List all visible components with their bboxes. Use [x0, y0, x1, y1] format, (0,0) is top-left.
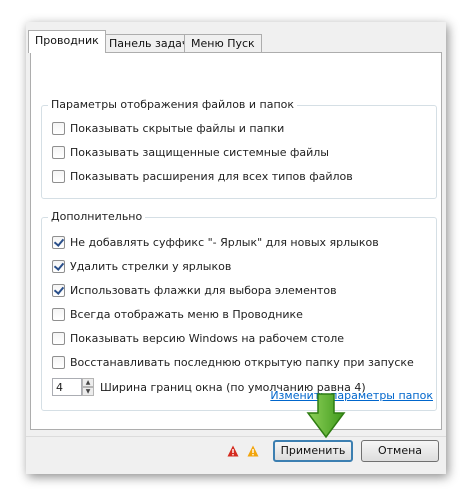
taskbar-tweaker-window: Проводник Панель задач Меню Пуск Парамет… [26, 22, 446, 474]
checkbox-show-protected[interactable] [52, 145, 65, 159]
option-show-protected[interactable]: Показывать защищенные системные файлы [52, 144, 329, 160]
option-remove-arrows[interactable]: Удалить стрелки у ярлыков [52, 258, 231, 274]
option-label: Показывать защищенные системные файлы [70, 145, 329, 159]
checkbox-use-checkboxes[interactable] [52, 283, 65, 297]
change-folder-options-link[interactable]: Изменить параметры папок [270, 389, 433, 402]
warning-orange-icon [247, 445, 259, 457]
checkbox-no-shortcut-suffix[interactable] [52, 235, 65, 249]
option-label: Показывать расширения для всех типов фай… [70, 169, 353, 183]
checkbox-show-hidden[interactable] [52, 121, 65, 135]
option-use-checkboxes[interactable]: Использовать флажки для выбора элементов [52, 282, 337, 298]
option-label: Удалить стрелки у ярлыков [70, 259, 232, 273]
option-restore-last-folder[interactable]: Восстанавливать последнюю открытую папку… [52, 354, 414, 370]
spin-up-icon[interactable]: ▲ [82, 378, 94, 387]
option-show-extensions[interactable]: Показывать расширения для всех типов фай… [52, 168, 353, 184]
group-title-advanced: Дополнительно [48, 210, 146, 223]
divider [26, 436, 446, 437]
option-label: Показывать версию Windows на рабочем сто… [70, 331, 345, 345]
warning-red-icon [227, 445, 239, 457]
border-width-input[interactable]: 4 [52, 378, 82, 396]
border-width-spinner[interactable]: ▲ ▼ [82, 378, 94, 396]
cancel-button[interactable]: Отмена [361, 440, 439, 462]
option-show-hidden[interactable]: Показывать скрытые файлы и папки [52, 120, 284, 136]
option-label: Всегда отображать меню в Проводнике [70, 307, 303, 321]
option-label: Не добавлять суффикс "- Ярлык" для новых… [70, 235, 379, 249]
tab-explorer[interactable]: Проводник [28, 30, 106, 53]
advanced-group: Дополнительно Не добавлять суффикс "- Яр… [41, 210, 437, 411]
spin-down-icon[interactable]: ▼ [82, 387, 94, 396]
apply-button[interactable]: Применить [273, 440, 353, 462]
option-label: Восстанавливать последнюю открытую папку… [70, 355, 414, 369]
checkbox-remove-arrows[interactable] [52, 259, 65, 273]
checkbox-show-extensions[interactable] [52, 169, 65, 183]
tab-start-menu[interactable]: Меню Пуск [184, 34, 262, 53]
tab-panel-explorer: Параметры отображения файлов и папок Пок… [30, 52, 442, 430]
option-label: Показывать скрытые файлы и папки [70, 121, 285, 135]
checkbox-restore-last-folder[interactable] [52, 355, 65, 369]
option-label: Использовать флажки для выбора элементов [70, 283, 337, 297]
option-no-shortcut-suffix[interactable]: Не добавлять суффикс "- Ярлык" для новых… [52, 234, 379, 250]
file-display-group: Параметры отображения файлов и папок Пок… [41, 98, 437, 199]
checkbox-always-show-menu[interactable] [52, 307, 65, 321]
tab-taskbar[interactable]: Панель задач [102, 34, 196, 53]
option-always-show-menu[interactable]: Всегда отображать меню в Проводнике [52, 306, 303, 322]
checkbox-show-windows-version[interactable] [52, 331, 65, 345]
tab-strip: Проводник Панель задач Меню Пуск [26, 30, 446, 53]
group-title-file-display: Параметры отображения файлов и папок [48, 98, 298, 111]
option-show-windows-version[interactable]: Показывать версию Windows на рабочем сто… [52, 330, 344, 346]
green-down-arrow-icon [306, 393, 346, 439]
